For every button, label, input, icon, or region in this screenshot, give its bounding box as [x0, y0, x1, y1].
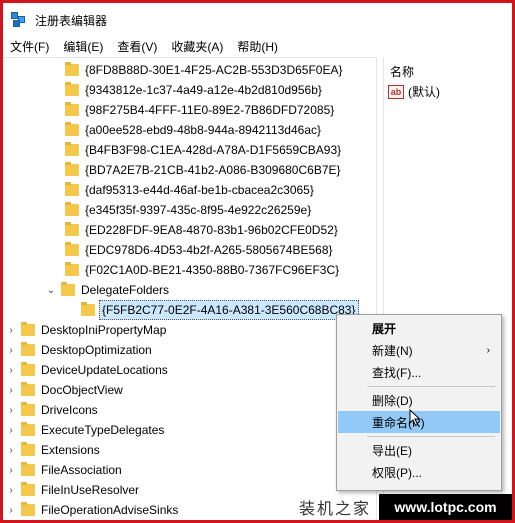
folder-icon — [65, 222, 79, 236]
folder-icon — [65, 162, 79, 176]
menu-bar: 文件(F) 编辑(E) 查看(V) 收藏夹(A) 帮助(H) — [3, 37, 512, 57]
menu-item-new[interactable]: 新建(N) › — [338, 339, 500, 361]
chevron-right-icon[interactable]: › — [5, 405, 17, 416]
tree-item-delegate-folders[interactable]: ⌄ DelegateFolders — [45, 280, 171, 300]
folder-icon — [21, 502, 35, 516]
watermark-text: 装机之家 — [299, 499, 372, 518]
chevron-right-icon[interactable]: › — [5, 445, 17, 456]
submenu-arrow-icon: › — [486, 344, 490, 356]
tree-item-selected[interactable]: {F5FB2C77-0E2F-4A16-A381-3E560C68BC83} — [81, 300, 359, 320]
menu-item-export[interactable]: 导出(E) — [338, 439, 500, 461]
folder-icon — [65, 202, 79, 216]
window-title: 注册表编辑器 — [35, 13, 108, 28]
tree-item[interactable]: {BD7A2E7B-21CB-41b2-A086-B309680C6B7E} — [65, 160, 343, 180]
chevron-right-icon[interactable]: › — [5, 345, 17, 356]
chevron-right-icon[interactable]: › — [5, 465, 17, 476]
menu-view[interactable]: 查看(V) — [110, 37, 164, 57]
menu-item-expand[interactable]: 展开 — [338, 317, 500, 339]
chevron-right-icon[interactable]: › — [5, 425, 17, 436]
folder-icon — [21, 362, 35, 376]
watermark: 装机之家 www.lotpc.com — [291, 494, 512, 520]
regedit-app-icon — [11, 12, 27, 28]
folder-icon — [81, 302, 95, 316]
folder-icon — [21, 422, 35, 436]
chevron-right-icon[interactable]: › — [5, 365, 17, 376]
tree-item[interactable]: {ED228FDF-9EA8-4870-83b1-96b02CFE0D52} — [65, 220, 340, 240]
folder-icon — [21, 322, 35, 336]
chevron-right-icon[interactable]: › — [5, 325, 17, 336]
tree-item[interactable]: {F02C1A0D-BE21-4350-88B0-7367FC96EF3C} — [65, 260, 341, 280]
menu-item-label: 展开 — [372, 321, 397, 336]
menu-item-delete[interactable]: 删除(D) — [338, 389, 500, 411]
folder-icon — [65, 62, 79, 76]
folder-icon — [21, 482, 35, 496]
folder-icon — [61, 282, 75, 296]
tree-item[interactable]: {8FD8B88D-30E1-4F25-AC2B-553D3D65F0EA} — [65, 60, 344, 80]
column-header-name[interactable]: 名称 — [390, 63, 414, 80]
menu-separator — [367, 436, 495, 437]
folder-icon — [21, 442, 35, 456]
folder-icon — [65, 182, 79, 196]
title-bar: 注册表编辑器 — [3, 3, 512, 37]
tree-item[interactable]: {9343812e-1c37-4a49-a12e-4b2d810d956b} — [65, 80, 324, 100]
folder-icon — [65, 82, 79, 96]
tree-item[interactable]: › Extensions — [5, 440, 102, 460]
menu-file[interactable]: 文件(F) — [3, 37, 56, 57]
folder-icon — [21, 382, 35, 396]
value-row-default[interactable]: ab (默认) — [388, 83, 440, 100]
chevron-right-icon[interactable]: › — [5, 485, 17, 496]
menu-edit[interactable]: 编辑(E) — [56, 37, 110, 57]
tree-item[interactable]: › FileInUseResolver — [5, 480, 141, 500]
tree-item[interactable]: {a00ee528-ebd9-48b8-944a-8942113d46ac} — [65, 120, 323, 140]
menu-item-label: 导出(E) — [372, 443, 412, 458]
menu-item-label: 权限(P)... — [372, 465, 422, 480]
folder-icon — [65, 262, 79, 276]
menu-favorites[interactable]: 收藏夹(A) — [164, 37, 230, 57]
tree-item[interactable]: › DriveIcons — [5, 400, 100, 420]
tree-item[interactable]: › FileAssociation — [5, 460, 124, 480]
watermark-url: www.lotpc.com — [379, 494, 512, 520]
folder-icon — [65, 102, 79, 116]
menu-item-permissions[interactable]: 权限(P)... — [338, 461, 500, 483]
folder-icon — [21, 342, 35, 356]
tree-item[interactable]: › DeviceUpdateLocations — [5, 360, 170, 380]
string-value-icon: ab — [388, 84, 404, 99]
value-name: (默认) — [408, 85, 440, 99]
registry-tree[interactable]: {8FD8B88D-30E1-4F25-AC2B-553D3D65F0EA} {… — [3, 57, 376, 520]
tree-item[interactable]: › ExecuteTypeDelegates — [5, 420, 166, 440]
chevron-down-icon[interactable]: ⌄ — [45, 285, 57, 296]
menu-item-label: 查找(F)... — [372, 365, 422, 380]
tree-item[interactable]: › DesktopOptimization — [5, 340, 154, 360]
folder-icon — [65, 242, 79, 256]
menu-item-find[interactable]: 查找(F)... — [338, 361, 500, 383]
tree-item[interactable]: {B4FB3F98-C1EA-428d-A78A-D1F5659CBA93} — [65, 140, 343, 160]
menu-separator — [367, 386, 495, 387]
menu-item-label: 删除(D) — [372, 393, 413, 408]
tree-item[interactable]: › DesktopIniPropertyMap — [5, 320, 168, 340]
context-menu: 展开 新建(N) › 查找(F)... 删除(D) 重命名(R) 导出(E) 权限… — [336, 314, 502, 491]
tree-item[interactable]: › DocObjectView — [5, 380, 125, 400]
chevron-right-icon[interactable]: › — [5, 385, 17, 396]
tree-item[interactable]: {EDC978D6-4D53-4b2f-A265-5805674BE568} — [65, 240, 335, 260]
folder-icon — [21, 402, 35, 416]
folder-icon — [21, 462, 35, 476]
menu-help[interactable]: 帮助(H) — [230, 37, 285, 57]
tree-item[interactable]: {98F275B4-4FFF-11E0-89E2-7B86DFD72085} — [65, 100, 336, 120]
tree-item[interactable]: {daf95313-e44d-46af-be1b-cbacea2c3065} — [65, 180, 316, 200]
registry-editor-window: 注册表编辑器 文件(F) 编辑(E) 查看(V) 收藏夹(A) 帮助(H) {8… — [0, 0, 515, 523]
folder-icon — [65, 122, 79, 136]
mouse-cursor-icon — [409, 409, 421, 427]
chevron-right-icon[interactable]: › — [5, 505, 17, 516]
menu-item-label: 新建(N) — [372, 343, 413, 358]
tree-item[interactable]: {e345f35f-9397-435c-8f95-4e922c26259e} — [65, 200, 313, 220]
folder-icon — [65, 142, 79, 156]
tree-item[interactable]: › FileOperationAdviseSinks — [5, 500, 180, 520]
